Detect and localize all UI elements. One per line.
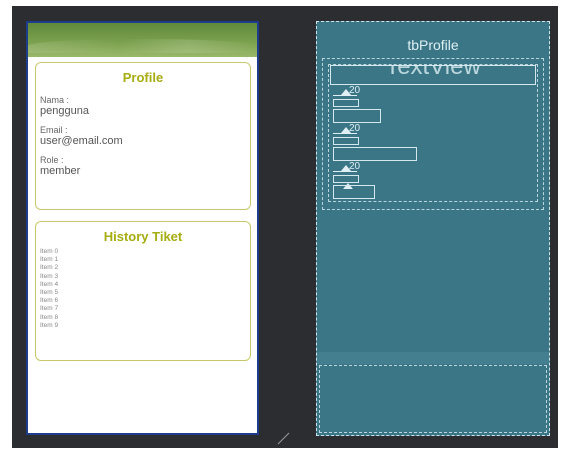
nama-label: Nama :: [40, 95, 70, 105]
profile-card: Profile Nama : pengguna Email : user@ema…: [35, 62, 251, 210]
profile-inner-outline[interactable]: TextView 20 20 20: [328, 64, 538, 202]
list-item[interactable]: Item 9: [40, 322, 250, 330]
toolbar-id-label: tbProfile: [407, 37, 459, 53]
profile-title: Profile: [122, 70, 164, 85]
list-item[interactable]: Item 6: [40, 297, 250, 305]
margin-value: 20: [349, 161, 361, 172]
history-card: History Tiket Item 0 Item 1 Item 2 Item …: [35, 221, 251, 361]
blueprint-view[interactable]: tbProfile TextView 20 20 20: [316, 21, 550, 436]
history-card-band: [317, 352, 549, 364]
role-value: member: [40, 165, 81, 177]
textview-placeholder: TextView: [385, 65, 481, 80]
textview-outline[interactable]: TextView: [330, 65, 536, 85]
list-item[interactable]: Item 0: [40, 248, 250, 256]
history-list[interactable]: Item 0 Item 1 Item 2 Item 3 Item 4 Item …: [40, 248, 250, 330]
profile-card-outline[interactable]: TextView 20 20 20: [322, 58, 544, 210]
resize-handle-icon[interactable]: [276, 431, 290, 445]
toolbar-background-image: [28, 23, 257, 57]
email-value-outline[interactable]: [333, 147, 417, 161]
history-title: History Tiket: [103, 229, 183, 244]
list-item[interactable]: Item 7: [40, 305, 250, 313]
role-value-outline[interactable]: [333, 185, 375, 199]
role-label-outline[interactable]: [333, 175, 359, 183]
email-label-outline[interactable]: [333, 137, 359, 145]
header-wave-decoration: [28, 39, 257, 53]
email-value: user@email.com: [40, 135, 123, 147]
list-item[interactable]: Item 4: [40, 281, 250, 289]
nama-value: pengguna: [40, 105, 89, 117]
nama-label-outline[interactable]: [333, 99, 359, 107]
margin-value: 20: [349, 85, 361, 96]
nama-value-outline[interactable]: [333, 109, 381, 123]
margin-value: 20: [349, 123, 361, 134]
email-label: Email :: [40, 125, 68, 135]
list-item[interactable]: Item 1: [40, 256, 250, 264]
list-item[interactable]: Item 3: [40, 273, 250, 281]
list-item[interactable]: Item 8: [40, 314, 250, 322]
design-view-preview[interactable]: Profile Nama : pengguna Email : user@ema…: [26, 21, 259, 435]
bottom-container-outline[interactable]: [319, 365, 547, 433]
list-item[interactable]: Item 2: [40, 264, 250, 272]
role-label: Role :: [40, 155, 64, 165]
list-item[interactable]: Item 5: [40, 289, 250, 297]
